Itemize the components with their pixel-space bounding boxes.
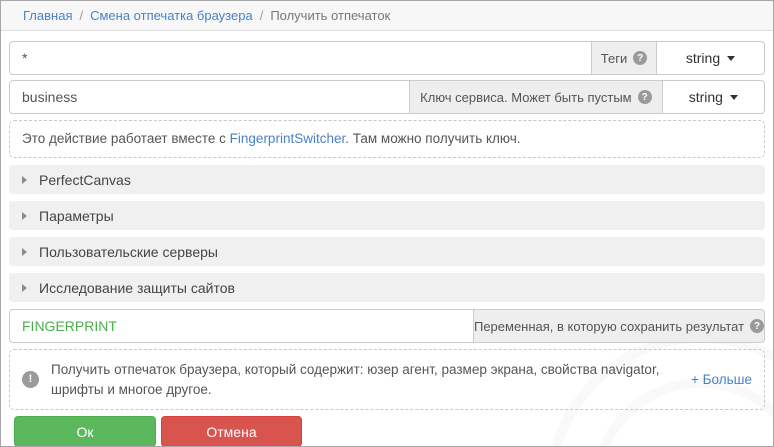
dialog-buttons: Ок Отмена [14,416,765,446]
section-label: Исследование защиты сайтов [39,279,235,296]
caret-down-icon [729,94,738,100]
action-dialog: Главная / Смена отпечатка браузера / Пол… [0,0,774,447]
switcher-note-prefix: Это действие работает вместе с [22,131,230,147]
section-label: Параметры [39,207,114,224]
breadcrumb-current: Получить отпечаток [270,8,391,23]
breadcrumb-link-home[interactable]: Главная [23,8,72,23]
help-icon[interactable]: ? [633,51,648,65]
more-link[interactable]: + Больше [691,370,752,390]
tags-field-group: Теги ? string [9,41,765,75]
tags-type-value: string [685,50,721,66]
chevron-right-icon [22,247,27,256]
tags-label: Теги [600,50,628,66]
action-description-note: ! Получить отпечаток браузера, который с… [9,349,765,411]
service-key-field-group: Ключ сервиса. Может быть пустым ? string [9,80,765,114]
switcher-note-suffix: . Там можно получить ключ. [345,131,521,147]
section-user-servers[interactable]: Пользовательские серверы [9,237,765,266]
tags-type-dropdown[interactable]: string [657,41,765,75]
result-var-label: Переменная, в которую сохранить результа… [473,318,745,334]
tags-input[interactable] [9,41,592,75]
exclamation-icon: ! [22,371,39,389]
result-var-addon-label-box: Переменная, в которую сохранить результа… [474,309,765,343]
service-key-addon-label-box: Ключ сервиса. Может быть пустым ? [410,80,663,114]
help-icon[interactable]: ? [637,90,652,104]
service-key-type-dropdown[interactable]: string [662,80,765,114]
section-label: PerfectCanvas [39,171,131,188]
service-key-label: Ключ сервиса. Может быть пустым [420,89,632,105]
action-description-text: Получить отпечаток браузера, который сод… [51,362,660,397]
breadcrumb-separator: / [259,8,264,23]
chevron-right-icon [22,283,27,292]
breadcrumb: Главная / Смена отпечатка браузера / Пол… [1,1,773,31]
caret-down-icon [727,55,736,61]
breadcrumb-separator: / [79,8,84,23]
section-label: Пользовательские серверы [39,243,218,260]
switcher-note: Это действие работает вместе с Fingerpri… [9,120,765,158]
result-var-input[interactable] [9,309,474,343]
tags-addon-label-box: Теги ? [592,41,657,75]
chevron-right-icon [22,211,27,220]
result-var-field-group: Переменная, в которую сохранить результа… [9,309,765,343]
section-parameters[interactable]: Параметры [9,201,765,230]
service-key-input[interactable] [9,80,411,114]
fingerprint-switcher-link[interactable]: FingerprintSwitcher [230,131,346,146]
cancel-button[interactable]: Отмена [161,416,302,446]
ok-button[interactable]: Ок [14,416,156,446]
section-site-protection-research[interactable]: Исследование защиты сайтов [9,273,765,302]
help-icon[interactable]: ? [750,319,765,333]
chevron-right-icon [22,175,27,184]
service-key-type-value: string [688,89,723,105]
breadcrumb-link-category[interactable]: Смена отпечатка браузера [90,8,253,23]
section-perfectcanvas[interactable]: PerfectCanvas [9,165,765,194]
